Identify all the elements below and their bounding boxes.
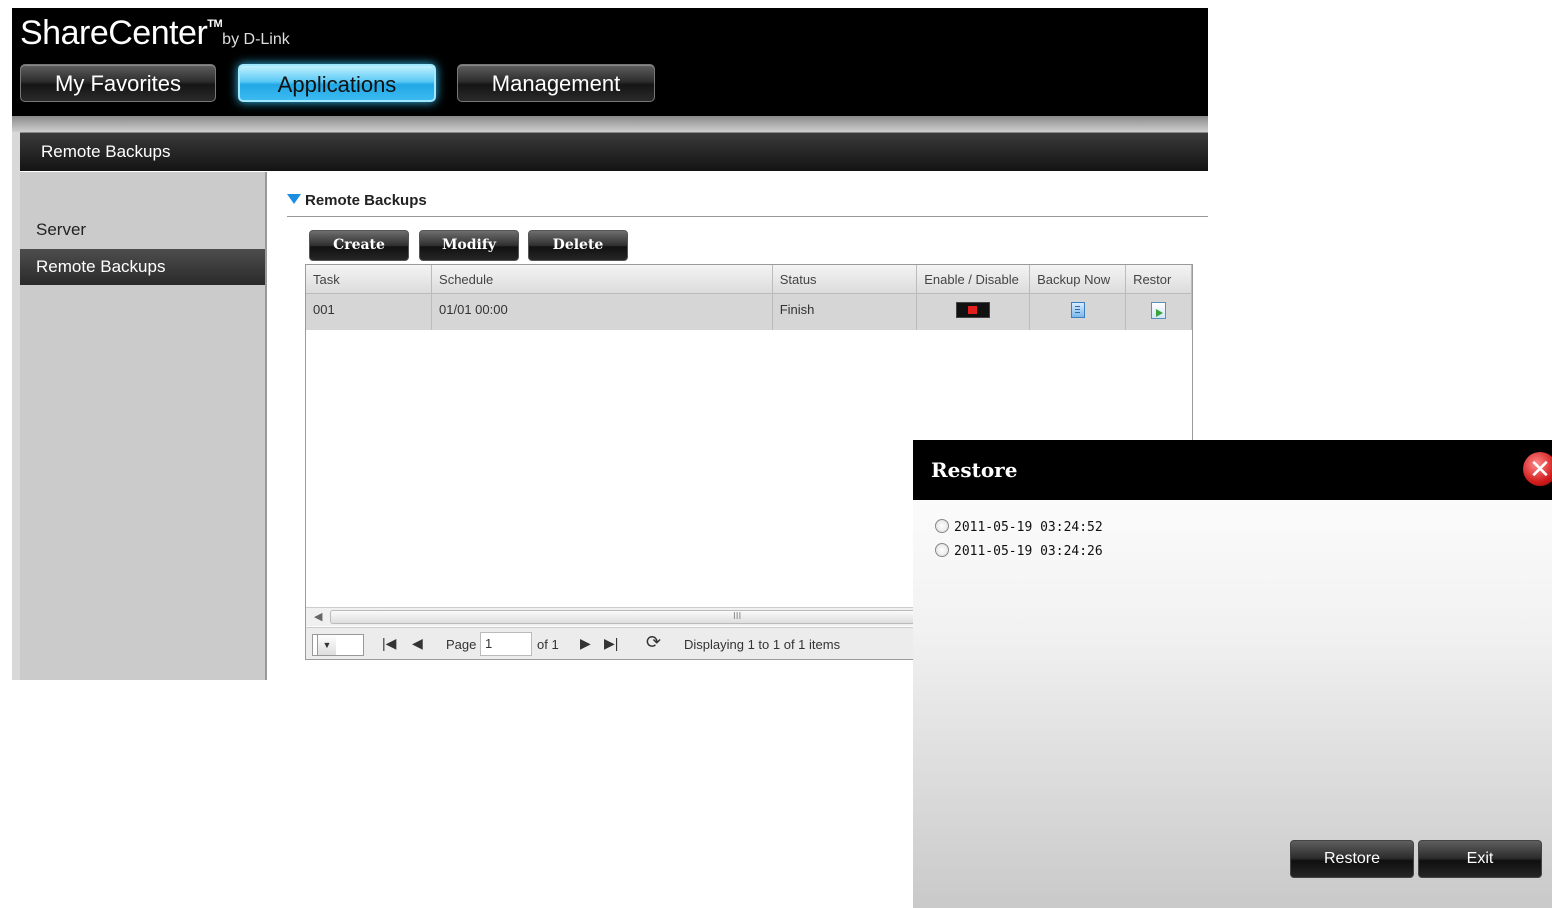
dialog-title: Restore [931,458,1018,482]
restore-icon[interactable] [1151,301,1167,319]
page-header: Remote Backups [20,132,1208,171]
table-row[interactable]: 001 01/01 00:00 Finish [306,293,1192,330]
dialog-header: Restore ✕ [913,440,1552,500]
collapse-triangle-icon[interactable] [287,194,301,204]
sidebar-item-server[interactable]: Server [20,212,265,248]
cell-restore [1125,293,1192,330]
chevron-down-icon[interactable]: ▼ [317,635,336,655]
scroll-grip: III [733,611,742,622]
cell-schedule: 01/01 00:00 [431,293,773,330]
cell-backup-now [1029,293,1127,330]
exit-button[interactable]: Exit [1418,840,1542,878]
page-size-select[interactable]: 10▼ [312,634,364,656]
cell-task: 001 [306,293,433,330]
first-page-icon[interactable]: |◀ [382,635,396,652]
section-title[interactable]: Remote Backups [287,192,427,209]
column-header-status[interactable]: Status [772,265,918,294]
brand-logo: ShareCenterTMby D-Link [20,14,290,52]
tab-management[interactable]: Management [457,64,655,102]
restore-dialog: Restore ✕ 2011-05-19 03:24:52 2011-05-19… [913,440,1552,908]
table-header-row: Task Schedule Status Enable / Disable Ba… [306,265,1192,294]
radio-button[interactable] [935,518,949,533]
page-label: Page [446,637,477,652]
next-page-icon[interactable]: ▶ [580,635,591,652]
column-header-schedule[interactable]: Schedule [431,265,773,294]
restore-option[interactable]: 2011-05-19 03:24:26 [935,542,1103,559]
restore-button[interactable]: Restore [1290,840,1414,878]
cell-enable-disable [916,293,1031,330]
page-title: Remote Backups [41,142,171,161]
refresh-icon[interactable]: ⟳ [646,632,661,653]
top-bar: ShareCenterTMby D-Link My Favorites Appl… [12,8,1208,116]
divider [12,132,20,680]
column-header-restore[interactable]: Restor [1125,265,1192,294]
column-header-enable-disable[interactable]: Enable / Disable [916,265,1031,294]
divider [287,216,1208,217]
display-status-text: Displaying 1 to 1 of 1 items [684,637,841,652]
sidebar: Server Remote Backups [20,172,267,680]
scroll-left-icon[interactable]: ◀ [314,610,322,623]
radio-button[interactable] [935,542,949,557]
column-header-backup-now[interactable]: Backup Now [1029,265,1127,294]
page-count: of 1 [537,637,559,652]
delete-button[interactable]: Delete [528,230,628,261]
page-number-input[interactable]: 1 [480,632,532,656]
close-icon[interactable]: ✕ [1523,452,1552,486]
backup-now-icon[interactable] [1070,302,1085,319]
create-button[interactable]: Create [309,230,409,261]
enable-toggle[interactable] [956,302,991,319]
tab-my-favorites[interactable]: My Favorites [20,64,216,102]
column-header-task[interactable]: Task [306,265,433,294]
sidebar-item-remote-backups[interactable]: Remote Backups [20,249,265,285]
prev-page-icon[interactable]: ◀ [412,635,423,652]
tab-applications[interactable]: Applications [238,64,436,102]
restore-option[interactable]: 2011-05-19 03:24:52 [935,518,1103,535]
modify-button[interactable]: Modify [419,230,519,261]
cell-status: Finish [772,293,918,330]
divider [12,116,1208,132]
last-page-icon[interactable]: ▶| [604,635,618,652]
